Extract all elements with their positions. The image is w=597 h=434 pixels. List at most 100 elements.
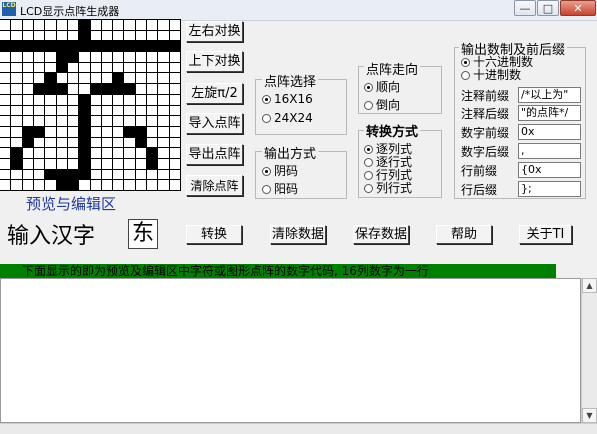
pixel-cell[interactable] xyxy=(21,125,34,138)
pixel-cell[interactable] xyxy=(134,147,148,159)
pixel-cell[interactable] xyxy=(66,72,80,85)
pixel-cell[interactable] xyxy=(55,29,68,42)
pixel-cell[interactable] xyxy=(21,40,34,53)
pixel-cell[interactable] xyxy=(89,83,102,95)
pixel-cell[interactable] xyxy=(66,40,80,53)
comment-prefix-field[interactable]: /*以上为" xyxy=(518,87,581,103)
pixel-cell[interactable] xyxy=(55,61,68,74)
pixel-cell[interactable] xyxy=(168,93,182,106)
scroll-up-icon[interactable]: ▲ xyxy=(582,278,597,293)
vertical-scrollbar[interactable]: ▲ ▼ xyxy=(581,278,597,423)
pixel-cell[interactable] xyxy=(146,179,159,191)
pixel-cell[interactable] xyxy=(168,51,182,63)
pixel-cell[interactable] xyxy=(10,61,23,74)
pixel-cell[interactable] xyxy=(146,93,159,106)
pixel-cell[interactable] xyxy=(157,40,170,53)
pixel-cell[interactable] xyxy=(78,125,91,138)
pixel-cell[interactable] xyxy=(123,179,136,191)
pixel-cell[interactable] xyxy=(89,168,102,181)
pixel-cell[interactable] xyxy=(157,136,170,149)
radio-16x16[interactable]: 16X16 xyxy=(262,92,313,106)
pixel-cell[interactable] xyxy=(0,179,12,191)
pixel-cell[interactable] xyxy=(112,179,125,191)
pixel-cell[interactable] xyxy=(32,136,46,149)
pixel-cell[interactable] xyxy=(112,168,125,181)
pixel-cell[interactable] xyxy=(168,147,182,159)
pixel-cell[interactable] xyxy=(0,104,12,117)
pixel-cell[interactable] xyxy=(112,40,125,53)
pixel-cell[interactable] xyxy=(0,93,12,106)
pixel-cell[interactable] xyxy=(32,157,46,170)
pixel-cell[interactable] xyxy=(134,83,148,95)
pixel-cell[interactable] xyxy=(66,125,80,138)
pixel-cell[interactable] xyxy=(112,136,125,149)
pixel-cell[interactable] xyxy=(123,29,136,42)
export-dots-button[interactable]: 导出点阵 xyxy=(186,144,243,165)
about-button[interactable]: 关于TI xyxy=(519,225,572,244)
pixel-cell[interactable] xyxy=(146,115,159,127)
pixel-cell[interactable] xyxy=(157,61,170,74)
pixel-cell[interactable] xyxy=(10,51,23,63)
pixel-cell[interactable] xyxy=(21,19,34,31)
number-suffix-field[interactable]: , xyxy=(518,143,581,159)
pixel-cell[interactable] xyxy=(134,19,148,31)
pixel-cell[interactable] xyxy=(32,147,46,159)
pixel-cell[interactable] xyxy=(44,104,57,117)
pixel-cell[interactable] xyxy=(55,168,68,181)
pixel-cell[interactable] xyxy=(55,136,68,149)
pixel-cell[interactable] xyxy=(66,29,80,42)
pixel-cell[interactable] xyxy=(123,147,136,159)
convert-button[interactable]: 转换 xyxy=(186,225,242,244)
pixel-cell[interactable] xyxy=(10,83,23,95)
pixel-cell[interactable] xyxy=(89,147,102,159)
pixel-cell[interactable] xyxy=(157,125,170,138)
pixel-cell[interactable] xyxy=(55,40,68,53)
pixel-cell[interactable] xyxy=(123,157,136,170)
pixel-cell[interactable] xyxy=(21,136,34,149)
pixel-cell[interactable] xyxy=(55,147,68,159)
pixel-cell[interactable] xyxy=(21,93,34,106)
pixel-cell[interactable] xyxy=(146,19,159,31)
pixel-cell[interactable] xyxy=(112,61,125,74)
pixel-cell[interactable] xyxy=(78,104,91,117)
pixel-cell[interactable] xyxy=(32,93,46,106)
pixel-cell[interactable] xyxy=(134,168,148,181)
pixel-cell[interactable] xyxy=(123,93,136,106)
pixel-cell[interactable] xyxy=(100,168,114,181)
pixel-cell[interactable] xyxy=(0,115,12,127)
pixel-cell[interactable] xyxy=(10,125,23,138)
flip-vertical-button[interactable]: 上下对换 xyxy=(186,51,243,72)
pixel-cell[interactable] xyxy=(146,104,159,117)
pixel-cell[interactable] xyxy=(32,29,46,42)
pixel-cell[interactable] xyxy=(100,147,114,159)
pixel-cell[interactable] xyxy=(123,136,136,149)
pixel-cell[interactable] xyxy=(100,93,114,106)
pixel-cell[interactable] xyxy=(157,157,170,170)
pixel-cell[interactable] xyxy=(78,93,91,106)
pixel-cell[interactable] xyxy=(89,125,102,138)
pixel-cell[interactable] xyxy=(89,115,102,127)
pixel-cell[interactable] xyxy=(10,40,23,53)
pixel-cell[interactable] xyxy=(55,93,68,106)
pixel-cell[interactable] xyxy=(123,83,136,95)
pixel-cell[interactable] xyxy=(32,51,46,63)
pixel-cell[interactable] xyxy=(0,83,12,95)
pixel-cell[interactable] xyxy=(112,125,125,138)
pixel-cell[interactable] xyxy=(0,61,12,74)
pixel-cell[interactable] xyxy=(78,51,91,63)
pixel-cell[interactable] xyxy=(44,125,57,138)
pixel-cell[interactable] xyxy=(89,61,102,74)
radio-reverse[interactable]: 倒向 xyxy=(364,96,400,113)
pixel-cell[interactable] xyxy=(168,157,182,170)
pixel-cell[interactable] xyxy=(21,51,34,63)
pixel-cell[interactable] xyxy=(168,19,182,31)
pixel-cell[interactable] xyxy=(134,157,148,170)
pixel-cell[interactable] xyxy=(157,19,170,31)
pixel-cell[interactable] xyxy=(100,125,114,138)
pixel-cell[interactable] xyxy=(123,72,136,85)
pixel-cell[interactable] xyxy=(146,51,159,63)
pixel-cell[interactable] xyxy=(168,83,182,95)
pixel-cell[interactable] xyxy=(134,61,148,74)
pixel-cell[interactable] xyxy=(32,72,46,85)
pixel-cell[interactable] xyxy=(10,93,23,106)
